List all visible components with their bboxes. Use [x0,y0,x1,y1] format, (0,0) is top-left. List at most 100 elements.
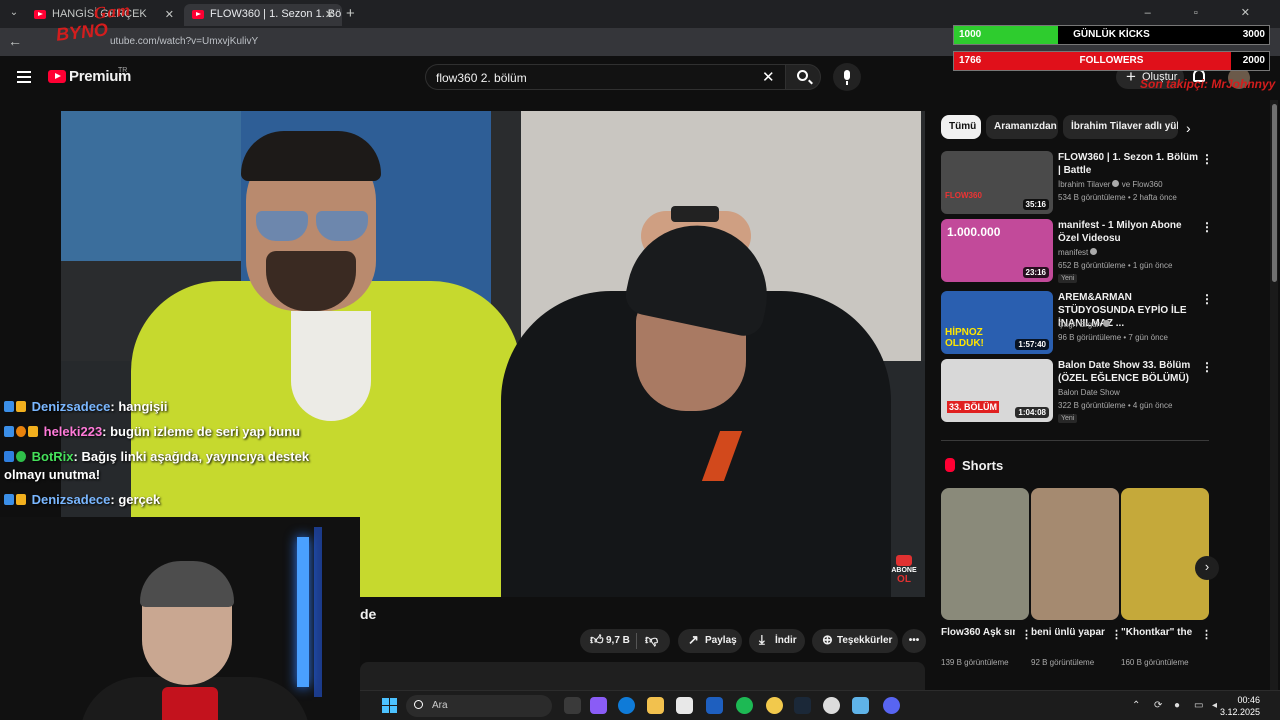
short-title[interactable]: "Khontkar" the yargı ... [1121,626,1195,640]
edge-icon[interactable] [618,697,635,714]
close-tab-icon[interactable]: ✕ [325,8,334,21]
chat-message: heleki223: bugün izleme de seri yap bunu [4,423,334,441]
short-views: 92 B görüntüleme [1031,658,1095,667]
browser-tab-2[interactable]: FLOW360 | 1. Sezon 1. Bölüm - ✕ [184,4,342,26]
chat-username: heleki223 [43,424,103,439]
steam-icon[interactable] [794,697,811,714]
crown-icon [16,494,26,505]
mail-icon[interactable] [706,697,723,714]
video-title[interactable]: FLOW360 | 1. Sezon 1. Bölüm | Battle [1058,151,1200,177]
more-options-icon[interactable]: ⋮ [1201,220,1213,234]
clear-search-icon[interactable]: ✕ [762,68,775,86]
video-thumbnail[interactable]: FLOW360 35:16 [941,151,1053,214]
stream-chat-overlay: Denizsadece: hangişii heleki223: bugün i… [4,398,334,516]
short-thumbnail[interactable] [941,488,1029,620]
store-icon[interactable] [676,697,693,714]
recommendation-item[interactable]: 33. BÖLÜM 1:04:08 Balon Date Show 33. Bö… [941,359,1213,423]
channel-name[interactable]: Çağrı Ergün [1058,320,1111,329]
scrollbar-thumb[interactable] [1272,104,1277,282]
video-duration: 23:16 [1022,267,1049,278]
badge-icon [4,426,14,437]
taskbar-search[interactable]: Ara [406,695,552,717]
new-tab-button[interactable]: + [346,5,355,22]
chip-uploader[interactable]: İbrahim Tilaver adlı yükleyicinin [1063,115,1178,139]
youtube-logo-icon[interactable] [48,70,66,83]
video-description[interactable] [360,662,925,692]
new-badge: Yeni [1058,274,1078,283]
chevron-right-icon[interactable]: › [1186,120,1191,136]
video-duration: 35:16 [1022,199,1049,210]
daily-kicks-counter: 1000 GÜNLÜK KİCKS 3000 [953,25,1270,45]
short-title[interactable]: Flow360 Aşk sınıfı en ... [941,626,1015,640]
short-item[interactable]: beni ünlü yapar mısın... ⋮ 92 B görüntül… [1031,488,1122,667]
window-controls[interactable]: – ▫ ✕ [1145,6,1270,19]
youtube-region-label: TR [118,67,128,74]
taskbar-clock[interactable]: 00:46 3.12.2025 [1220,694,1260,718]
subscribe-watermark[interactable]: ABONE OL [889,555,919,585]
task-view-icon[interactable] [564,697,581,714]
stream-logo-overlay: BYNO Gam [34,0,174,54]
video-thumbnail[interactable]: 1.000.000 23:16 [941,219,1053,282]
channel-name[interactable]: İbrahim Tilaver ve Flow360 [1058,180,1163,189]
menu-icon[interactable] [17,71,31,83]
video-thumbnail[interactable]: 33. BÖLÜM 1:04:08 [941,359,1053,422]
short-views: 160 B görüntüleme [1121,658,1189,667]
chat-message: BotRix: Bağış linki aşağıda, yayıncıya d… [4,448,334,484]
more-options-icon[interactable]: ⋮ [1201,152,1213,166]
thanks-button[interactable]: ⊕ Teşekkürler [812,629,898,653]
more-options-icon[interactable]: ⋮ [1201,360,1213,374]
download-button[interactable]: ⤓ İndir [749,629,805,653]
screen: ⌄ HANGİSİ GERÇEK ✕ FLOW360 | 1. Sezon 1.… [0,0,1280,720]
video-title[interactable]: Balon Date Show 33. Bölüm (ÖZEL EĞLENCE … [1058,359,1200,385]
channel-name[interactable]: Balon Date Show [1058,388,1120,397]
recommendation-item[interactable]: HİPNOZ OLDUK! 1:57:40 AREM&ARMAN STÜDYOS… [941,291,1213,355]
short-item[interactable]: Flow360 Aşk sınıfı en ... ⋮ 139 B görünt… [941,488,1032,667]
more-options-icon[interactable]: ⋮ [1201,292,1213,306]
obs-icon[interactable] [823,697,840,714]
channel-name[interactable]: manifest [1058,248,1098,257]
chat-username: BotRix [31,449,74,464]
search-input[interactable]: flow360 2. bölüm [425,64,785,90]
chevron-right-icon[interactable]: › [1195,556,1219,580]
file-explorer-icon[interactable] [647,697,664,714]
discord-icon[interactable] [883,697,900,714]
app-icon[interactable] [852,697,869,714]
short-title[interactable]: beni ünlü yapar mısın... [1031,626,1105,640]
short-thumbnail[interactable] [1121,488,1209,620]
webcam-streamer-cap [140,561,234,607]
search-button[interactable] [785,64,821,90]
copilot-icon[interactable] [590,697,607,714]
short-item[interactable]: "Khontkar" the yargı ... ⋮ 160 B görüntü… [1121,488,1212,667]
network-icon[interactable]: ⟳ [1154,700,1162,711]
verified-icon [1090,248,1098,255]
chip-from-search[interactable]: Aramanızdan [986,115,1058,139]
spotify-icon[interactable] [736,697,753,714]
video-duration: 1:57:40 [1015,339,1049,350]
back-arrow-icon[interactable]: ← [8,33,22,49]
recommendation-item[interactable]: 1.000.000 23:16 manifest - 1 Milyon Abon… [941,219,1213,283]
chip-all[interactable]: Tümü [941,115,981,139]
voice-search-icon[interactable] [833,63,861,91]
display-icon[interactable]: ▭ [1194,700,1203,711]
subscribe-watermark-bottom: OL [897,574,911,585]
short-thumbnail[interactable] [1031,488,1119,620]
crown-icon [16,401,26,412]
badge-icon [4,401,14,412]
share-button[interactable]: ↗ Paylaş [678,629,742,653]
like-button[interactable]: 👍︎ 9,7 B 👎︎ [580,629,670,653]
followers-counter: 1766 FOLLOWERS 2000 [953,51,1270,71]
chrome-icon[interactable] [766,697,783,714]
video-duration: 1:04:08 [1015,407,1049,418]
more-options-icon[interactable]: ⋮ [1201,628,1212,641]
volume-icon[interactable]: ◂ [1212,700,1217,711]
tab-search-icon[interactable]: ⌄ [6,5,22,21]
video-thumbnail[interactable]: HİPNOZ OLDUK! 1:57:40 [941,291,1053,354]
windows-start-icon[interactable] [382,698,397,713]
thumbs-down-icon[interactable]: 👎︎ [645,632,658,648]
chevron-up-icon[interactable]: ⌃ [1132,700,1140,711]
more-actions-button[interactable]: ••• [902,629,926,653]
video-title[interactable]: manifest - 1 Milyon Abone Özel Videosu [1058,219,1200,245]
recommendation-item[interactable]: FLOW360 35:16 FLOW360 | 1. Sezon 1. Bölü… [941,151,1213,215]
followers-label: FOLLOWERS [1079,55,1144,66]
microphone-icon[interactable]: ● [1174,700,1180,711]
